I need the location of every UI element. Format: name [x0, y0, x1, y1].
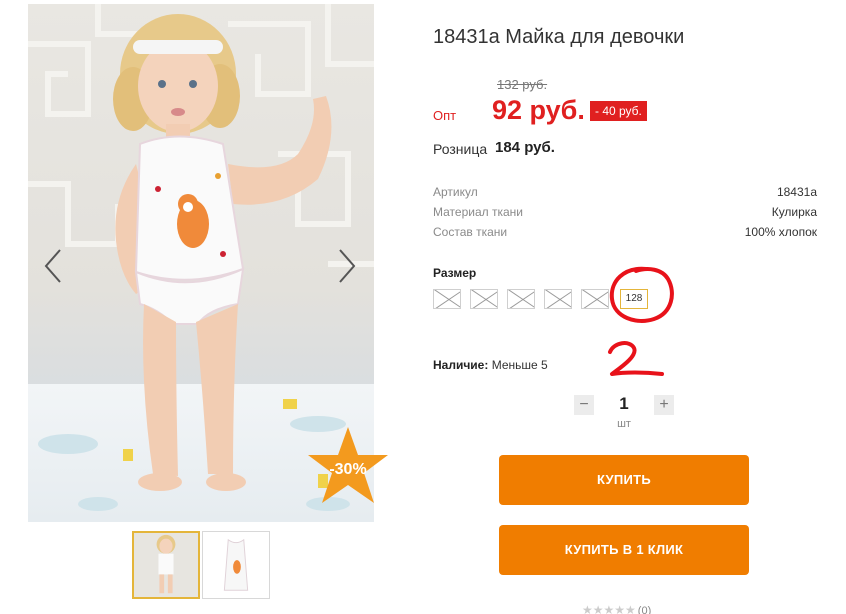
rating[interactable]: ★★★★★ (0) [582, 603, 651, 614]
discount-badge: -30% [304, 425, 392, 513]
buy-one-click-button[interactable]: КУПИТЬ В 1 КЛИК [499, 525, 749, 575]
discount-badge-text: -30% [329, 461, 367, 478]
retail-label: Розница [433, 141, 488, 157]
size-label: Размер [433, 266, 477, 280]
chevron-left-icon[interactable] [40, 248, 66, 284]
annotation-number-2 [608, 341, 664, 376]
property-value: 18431а [776, 185, 817, 199]
product-title: 18431а Майка для девочки [433, 26, 685, 48]
retail-price: 184 руб. [495, 139, 555, 156]
quantity-unit: шт [617, 418, 631, 430]
property-value: 100% хлопок [744, 225, 817, 239]
property-row: Материал ткани Кулирка [433, 202, 817, 222]
rating-count: (0) [637, 605, 652, 614]
wholesale-label: Опт [433, 108, 457, 123]
quantity-value[interactable]: 1 [614, 394, 634, 414]
size-option-128[interactable]: 128 [620, 289, 648, 309]
property-name: Материал ткани [433, 205, 523, 219]
stock-label: Наличие: [433, 358, 489, 372]
property-name: Состав ткани [433, 225, 508, 239]
property-row: Состав ткани 100% хлопок [433, 222, 817, 242]
product-page: -30% 18431а Майка для девочки 132 руб. О… [0, 0, 846, 614]
product-properties: Артикул 18431а Материал ткани Кулирка Со… [433, 182, 817, 242]
size-option-unavailable[interactable] [581, 289, 609, 309]
property-name: Артикул [433, 185, 478, 199]
thumbnail-child-image [134, 533, 198, 597]
old-price: 132 руб. [497, 77, 548, 92]
thumbnail-shirt-image [203, 532, 269, 598]
stock-status: Наличие: Меньше 5 [433, 358, 548, 372]
size-option-unavailable[interactable] [470, 289, 498, 309]
chevron-right-icon[interactable] [334, 248, 360, 284]
thumbnail-1[interactable] [132, 531, 200, 599]
thumbnail-2[interactable] [202, 531, 270, 599]
thumbnail-strip [132, 531, 272, 601]
savings-badge: - 40 руб. [590, 101, 647, 121]
size-option-unavailable[interactable] [507, 289, 535, 309]
quantity-increase-button[interactable]: + [654, 395, 674, 415]
rating-stars-icon: ★★★★★ [582, 603, 636, 614]
size-option-unavailable[interactable] [433, 289, 461, 309]
buy-button[interactable]: КУПИТЬ [499, 455, 749, 505]
wholesale-price: 92 руб. [492, 95, 585, 125]
quantity-decrease-button[interactable]: − [574, 395, 594, 415]
property-row: Артикул 18431а [433, 182, 817, 202]
stock-value: Меньше 5 [491, 358, 548, 372]
size-option-unavailable[interactable] [544, 289, 572, 309]
property-value: Кулирка [771, 205, 817, 219]
